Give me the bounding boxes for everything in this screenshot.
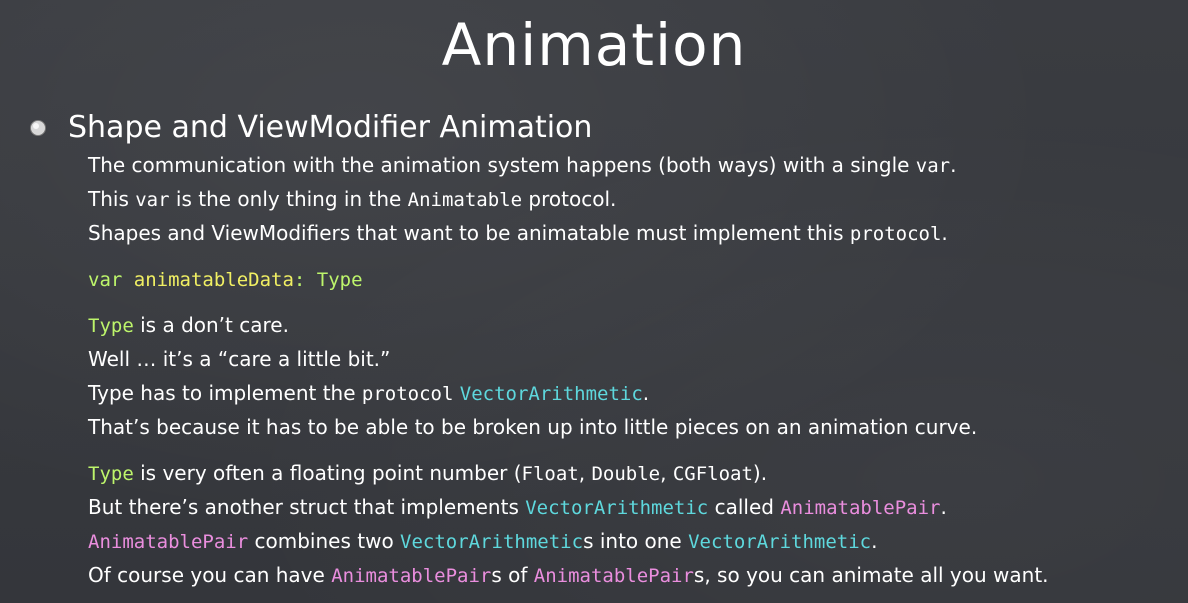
text-segment: .: [941, 221, 948, 245]
text-segment: combines two: [248, 529, 401, 553]
code-token: Double: [591, 463, 661, 485]
code-token: AnimatablePair: [88, 531, 249, 553]
text-segment: ,: [660, 461, 673, 485]
code-token: protocol: [361, 383, 454, 405]
code-token: animatableData: [133, 269, 294, 291]
text-segment: Of course you can have: [88, 563, 332, 587]
text-segment: Type has to implement the: [88, 381, 362, 405]
section-heading: Shape and ViewModifier Animation: [68, 110, 593, 145]
text-line: This var is the only thing in the Animat…: [88, 182, 1183, 216]
text-segment: .: [642, 381, 650, 405]
slide-title: Animation: [441, 11, 747, 79]
text-segment: ,: [578, 461, 592, 485]
code-token: AnimatablePair: [533, 565, 694, 587]
text-line: That’s because it has to be able to be b…: [88, 410, 1183, 444]
text-segment: This: [88, 187, 136, 211]
text-segment: But there’s another struct that implemen…: [88, 495, 526, 519]
code-token: VectorArithmetic: [459, 383, 643, 405]
text-segment: s of: [491, 563, 534, 587]
code-token: AnimatablePair: [331, 565, 492, 587]
code-token: VectorArithmetic: [400, 531, 584, 553]
text-segment: .: [950, 153, 957, 177]
code-token: VectorArithmetic: [688, 531, 872, 553]
code-token: Float: [521, 463, 579, 485]
text-segment: That’s because it has to be able to be b…: [88, 415, 978, 439]
text-segment: protocol.: [522, 187, 617, 211]
text-segment: Shapes and ViewModifiers that want to be…: [88, 221, 850, 245]
text-segment: s into one: [583, 529, 689, 553]
code-token: var: [135, 189, 170, 211]
text-line: The communication with the animation sys…: [88, 148, 1183, 182]
text-line: AnimatablePair combines two VectorArithm…: [88, 524, 1183, 558]
text-line: Shapes and ViewModifiers that want to be…: [88, 216, 1183, 250]
bullet-row: Shape and ViewModifier Animation: [28, 108, 592, 148]
text-segment: .: [871, 529, 878, 553]
code-token: var: [915, 155, 951, 177]
text-segment: s, so you can animate all you want.: [693, 563, 1049, 587]
code-token: Type: [88, 463, 134, 485]
bullet-circle-icon: [28, 118, 48, 138]
code-token: Animatable: [407, 189, 523, 211]
text-segment: .: [940, 495, 947, 519]
text-segment: ).: [752, 461, 768, 485]
text-line: Type is a don’t care.: [88, 308, 1183, 342]
text-segment: Well … it’s a “care a little bit.”: [88, 347, 391, 371]
text-segment: The communication with the animation sys…: [88, 153, 916, 177]
text-segment: is the only thing in the: [169, 187, 408, 211]
text-segment: is a don’t care.: [133, 313, 289, 337]
code-token: VectorArithmetic: [525, 497, 709, 519]
text-line: Of course you can have AnimatablePairs o…: [88, 558, 1183, 592]
text-line: Type is very often a floating point numb…: [88, 456, 1183, 490]
text-line: But there’s another struct that implemen…: [88, 490, 1183, 524]
text-line: Well … it’s a “care a little bit.”: [88, 342, 1183, 376]
code-token: CGFloat: [672, 463, 753, 485]
text-segment: called: [708, 495, 781, 519]
text-segment: is very often a floating point number (: [133, 461, 522, 485]
text-line: Type has to implement the protocol Vecto…: [88, 376, 1183, 410]
code-token: protocol: [849, 223, 942, 245]
code-token: Type: [88, 315, 134, 337]
text-line: var animatableData: Type: [88, 262, 1183, 296]
code-token: AnimatablePair: [780, 497, 941, 519]
slide-body: The communication with the animation sys…: [88, 148, 1183, 592]
code-token: var: [88, 269, 134, 291]
slide: Animation Shape and ViewModifier Animati…: [0, 0, 1188, 603]
code-token: : Type: [293, 269, 363, 291]
